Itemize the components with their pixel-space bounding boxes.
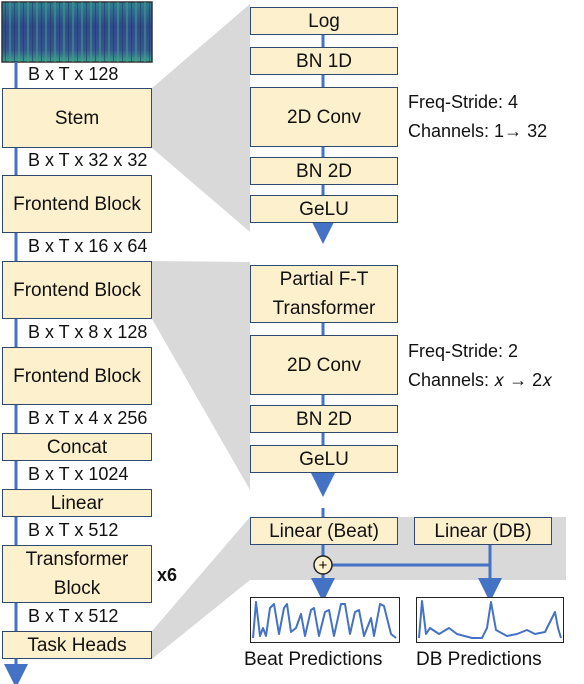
sum-symbol: + (319, 557, 328, 574)
frontend-block-2: Frontend Block (2, 261, 152, 319)
stem-block: Stem (2, 88, 152, 148)
shape-label: B x T x 512 (28, 520, 119, 540)
db-prediction-plot (416, 597, 564, 643)
bn1d-block: BN 1D (250, 47, 398, 75)
frontend-block-1: Frontend Block (2, 175, 152, 233)
beat-prediction-plot (250, 597, 400, 643)
db-predictions-label: DB Predictions (416, 649, 542, 670)
linear-block: Linear (2, 489, 152, 517)
bn2d-block: BN 2D (250, 157, 398, 185)
conv2d-block: 2D Conv (250, 87, 398, 147)
transformer-block: Transformer Block (2, 545, 152, 603)
linear-db-block: Linear (DB) (414, 517, 552, 545)
gelu-block: GeLU (250, 445, 398, 473)
shape-label: B x T x 4 x 256 (28, 408, 148, 428)
frontend-block-3: Frontend Block (2, 347, 152, 405)
freq-stride-label: Freq-Stride: 4 (408, 92, 519, 112)
repeat-label: x6 (157, 565, 178, 585)
shape-label: B x T x 1024 (28, 464, 129, 484)
shape-label: B x T x 512 (28, 606, 119, 626)
linear-beat-block: Linear (Beat) (250, 517, 398, 545)
task-heads-block: Task Heads (2, 631, 152, 659)
model-architecture-diagram: + Stem Frontend Block Frontend Block Fro… (0, 0, 584, 684)
log-block: Log (250, 7, 398, 35)
channels-label: Channels: 1→ 32 (408, 121, 548, 141)
concat-block: Concat (2, 433, 152, 461)
partial-ft-transformer-block: Partial F-T Transformer (250, 265, 398, 323)
shape-label: B x T x 128 (28, 64, 119, 84)
conv2d-block: 2D Conv (250, 335, 398, 395)
frontend-fan (152, 261, 250, 490)
shape-label: B x T x 16 x 64 (28, 236, 148, 256)
stem-fan (152, 4, 250, 232)
gelu-block: GeLU (250, 195, 398, 223)
shape-label: B x T x 32 x 32 (28, 150, 148, 170)
shape-label: B x T x 8 x 128 (28, 322, 148, 342)
freq-stride-label: Freq-Stride: 2 (408, 341, 519, 361)
beat-predictions-label: Beat Predictions (244, 649, 383, 670)
bn2d-block: BN 2D (250, 405, 398, 433)
channels-label: Channels: 𝑥 → 2𝑥 (408, 370, 553, 390)
